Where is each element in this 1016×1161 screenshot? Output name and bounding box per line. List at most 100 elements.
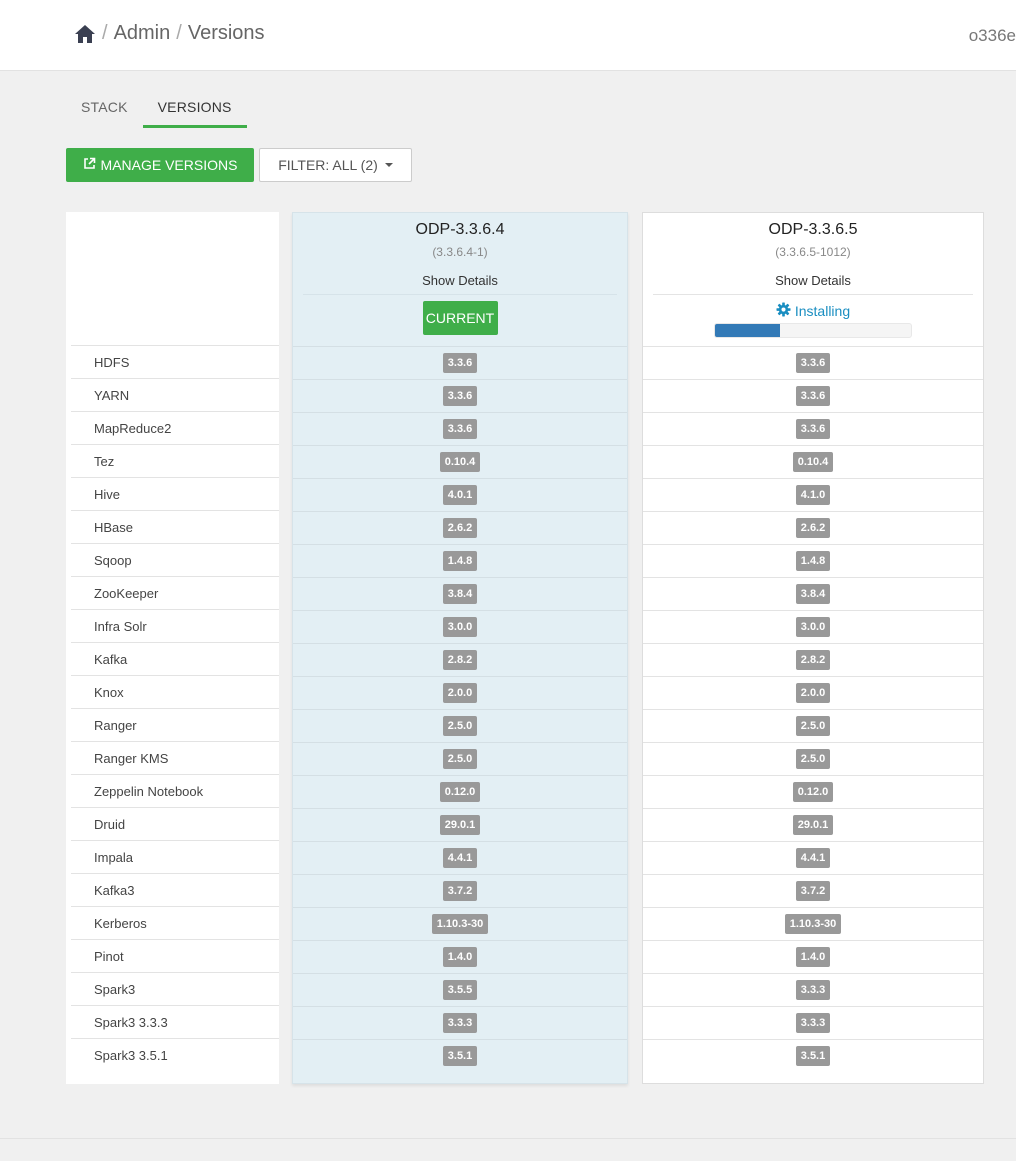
service-name-row: Knox <box>71 675 279 708</box>
version-badge: 2.0.0 <box>442 683 478 703</box>
version-badge: 3.3.3 <box>442 1013 478 1033</box>
filter-dropdown[interactable]: FILTER: ALL (2) <box>259 148 412 182</box>
installing-status[interactable]: Installing <box>643 302 983 320</box>
version-badge: 4.0.1 <box>442 485 478 505</box>
service-version-row: 0.10.4 <box>643 445 983 478</box>
manage-versions-button[interactable]: MANAGE VERSIONS <box>66 148 254 182</box>
breadcrumb-versions: Versions <box>187 22 265 44</box>
cluster-name: o336e <box>968 26 1016 45</box>
service-version-row: 3.0.0 <box>293 610 627 643</box>
service-version-row: 3.5.1 <box>643 1039 983 1072</box>
external-link-icon <box>83 157 96 173</box>
version-badge: 29.0.1 <box>792 815 834 835</box>
service-name-row: Ranger KMS <box>71 741 279 774</box>
service-name-row: MapReduce2 <box>71 411 279 444</box>
version-badge: 0.12.0 <box>792 782 834 802</box>
service-version-row: 2.6.2 <box>293 511 627 544</box>
service-version-row: 4.1.0 <box>643 478 983 511</box>
service-name: Tez <box>94 453 115 469</box>
breadcrumb: / Admin / Versions <box>74 22 265 45</box>
service-name: Kerberos <box>94 915 147 931</box>
service-name-row: Sqoop <box>71 543 279 576</box>
service-name-row: Infra Solr <box>71 609 279 642</box>
breadcrumb-admin[interactable]: Admin <box>114 22 171 45</box>
service-name: Kafka3 <box>94 882 135 898</box>
service-version-row: 2.5.0 <box>643 709 983 742</box>
service-version-row: 4.4.1 <box>293 841 627 874</box>
service-version-row: 3.7.2 <box>643 874 983 907</box>
caret-down-icon <box>384 163 393 167</box>
service-name-row: Spark3 3.3.3 <box>71 1005 279 1038</box>
service-name-row: Hive <box>71 477 279 510</box>
service-version-row: 1.4.0 <box>293 940 627 973</box>
install-progress-bar <box>714 323 912 338</box>
version-badge: 3.7.2 <box>442 881 478 901</box>
version-badge: 1.4.8 <box>795 551 831 571</box>
service-names-list: HDFS YARN MapReduce2 Tez Hive HBase Sqoop ZooKe… <box>66 345 279 1071</box>
breadcrumb-separator: / <box>176 22 182 44</box>
gear-icon <box>776 302 791 320</box>
tab-versions[interactable]: VERSIONS <box>142 96 247 128</box>
service-version-row: 2.8.2 <box>293 643 627 676</box>
service-name: Pinot <box>94 948 124 964</box>
service-name: Infra Solr <box>94 618 147 634</box>
current-status-button[interactable]: CURRENT <box>422 301 498 335</box>
version-badge: 3.0.0 <box>795 617 831 637</box>
service-name: MapReduce2 <box>94 420 172 436</box>
version-build: (3.3.6.5-1012) <box>775 245 851 259</box>
service-name: ZooKeeper <box>94 585 159 601</box>
home-icon[interactable] <box>74 23 96 45</box>
version-badge: 3.7.2 <box>795 881 831 901</box>
service-name-row: Kafka <box>71 642 279 675</box>
service-version-row: 1.4.8 <box>643 544 983 577</box>
version-badge: 1.4.0 <box>442 947 478 967</box>
version-badge: 4.4.1 <box>442 848 478 868</box>
service-name: Spark3 3.3.3 <box>94 1014 168 1030</box>
service-version-row: 2.5.0 <box>293 742 627 775</box>
service-version-row: 0.10.4 <box>293 445 627 478</box>
service-name-row: HBase <box>71 510 279 543</box>
version-badge: 3.0.0 <box>442 617 478 637</box>
show-details-link[interactable]: Show Details <box>303 273 617 295</box>
version-badge: 3.8.4 <box>795 584 831 604</box>
service-version-row: 3.3.6 <box>643 379 983 412</box>
service-version-row: 3.3.3 <box>643 1006 983 1039</box>
service-version-row: 3.3.3 <box>293 1006 627 1039</box>
service-name-row: Impala <box>71 840 279 873</box>
version-name: ODP-3.3.6.4 <box>415 221 505 238</box>
version-badge: 0.12.0 <box>439 782 481 802</box>
version-column-installing: ODP-3.3.6.5 (3.3.6.5-1012) Show Details … <box>642 212 984 1084</box>
service-version-row: 3.5.5 <box>293 973 627 1006</box>
service-version-row: 3.3.6 <box>643 346 983 379</box>
service-name: Ranger KMS <box>94 750 169 766</box>
service-name: Ranger <box>94 717 137 733</box>
version-badge: 0.10.4 <box>792 452 834 472</box>
service-version-row: 0.12.0 <box>643 775 983 808</box>
filter-label: FILTER: ALL (2) <box>278 157 378 173</box>
service-version-row: 3.7.2 <box>293 874 627 907</box>
breadcrumb-separator: / <box>102 22 108 44</box>
service-version-row: 2.5.0 <box>293 709 627 742</box>
service-names-header <box>66 212 279 345</box>
show-details-link[interactable]: Show Details <box>653 273 973 295</box>
service-version-row: 0.12.0 <box>293 775 627 808</box>
tab-stack[interactable]: STACK <box>66 96 143 128</box>
service-version-row: 1.10.3-30 <box>643 907 983 940</box>
service-name-row: HDFS <box>71 345 279 378</box>
service-version-row: 2.0.0 <box>293 676 627 709</box>
service-version-row: 1.10.3-30 <box>293 907 627 940</box>
manage-versions-label: MANAGE VERSIONS <box>100 157 238 173</box>
service-version-row: 3.5.1 <box>293 1039 627 1072</box>
service-version-row: 3.3.6 <box>643 412 983 445</box>
service-name-row: Pinot <box>71 939 279 972</box>
service-version-row: 3.3.3 <box>643 973 983 1006</box>
service-name-row: YARN <box>71 378 279 411</box>
version-column-current: ODP-3.3.6.4 (3.3.6.4-1) Show Details CUR… <box>292 212 628 1084</box>
installing-label: Installing <box>794 303 851 319</box>
version-header: ODP-3.3.6.5 (3.3.6.5-1012) Show Details … <box>643 213 983 346</box>
service-versions-list: 3.3.6 3.3.6 3.3.6 0.10.4 4.0.1 2.6.2 1.4.8 3.8.… <box>293 346 627 1072</box>
install-progress-fill <box>715 324 780 337</box>
service-name: Hive <box>94 486 121 502</box>
version-name: ODP-3.3.6.5 <box>768 221 858 238</box>
version-header: ODP-3.3.6.4 (3.3.6.4-1) Show Details CUR… <box>293 213 627 346</box>
